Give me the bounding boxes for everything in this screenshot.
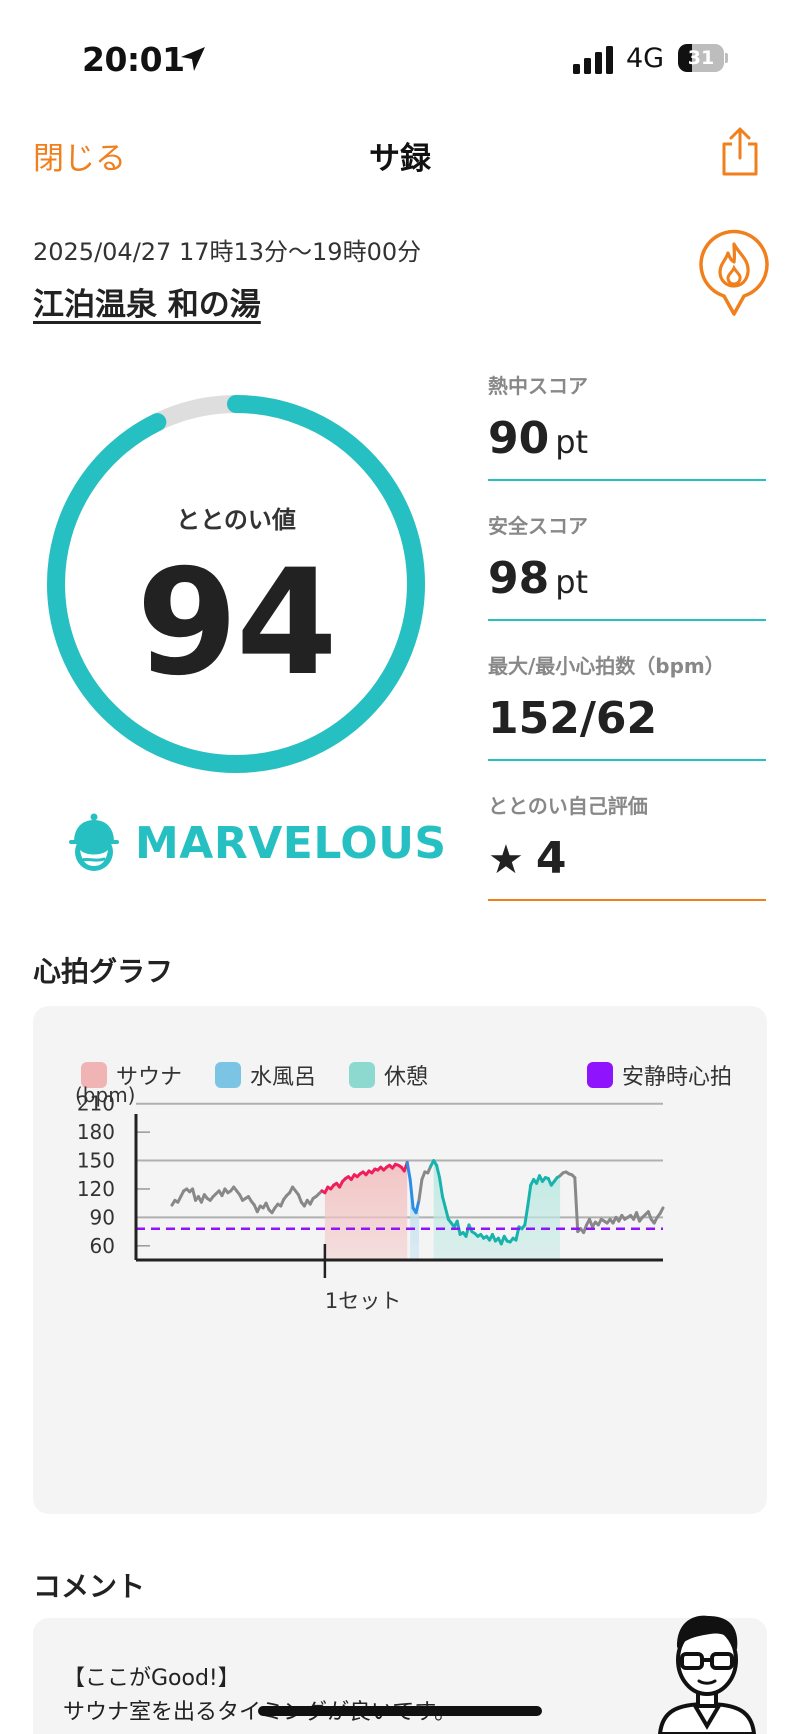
hr-segment: [573, 1176, 580, 1234]
session-datetime: 2025/04/27 17時13分〜19時00分: [33, 238, 422, 266]
hr-segment: [658, 1206, 665, 1216]
stat-value: ★ 4: [488, 833, 567, 884]
home-indicator: [258, 1706, 542, 1716]
cellular-signal-icon: [573, 46, 613, 74]
stat-safety-score: 安全スコア 98 pt: [488, 510, 766, 621]
share-icon[interactable]: [718, 126, 762, 178]
y-tick-label: 90: [90, 1205, 115, 1229]
y-tick-label: 210: [77, 1092, 115, 1116]
y-tick-label: 150: [77, 1149, 115, 1173]
phase-area-s: [324, 1162, 408, 1260]
heart-rate-chart: (bpm)21018015012090601セット: [75, 1083, 665, 1313]
battery-percent: 31: [687, 47, 715, 69]
status-time: 20:01: [82, 40, 185, 79]
stat-divider: [488, 479, 766, 481]
heart-graph-title: 心拍グラフ: [33, 955, 174, 988]
facility-link[interactable]: 江泊温泉 和の湯: [33, 279, 261, 324]
stat-value: 98 pt: [488, 553, 589, 604]
stat-self-rating[interactable]: ととのい自己評価 ★ 4: [488, 790, 766, 901]
hr-segment: [405, 1160, 412, 1181]
comment-title: コメント: [33, 1570, 146, 1603]
stat-divider: [488, 759, 766, 761]
advisor-avatar: [657, 1615, 757, 1734]
phase-area-r: [433, 1160, 561, 1260]
page-title: サ録: [369, 141, 431, 177]
network-type: 4G: [626, 43, 665, 74]
fire-pin-icon[interactable]: [697, 228, 771, 316]
comment-heading: 【ここがGood!】: [63, 1666, 240, 1691]
stat-label: 熱中スコア: [488, 374, 588, 398]
y-tick-label: 120: [77, 1177, 115, 1201]
stat-label: 最大/最小心拍数（bpm）: [488, 654, 725, 678]
totonoi-label: ととのい値: [176, 506, 296, 534]
stat-value: 152/62: [488, 693, 658, 744]
heart-graph-card: サウナ 水風呂 休憩 安静時心拍 (bpm) 210 180 150 120 90 60 1セ…: [33, 1006, 767, 1514]
sauna-hat-icon: [69, 813, 119, 871]
stat-heat-score: 熱中スコア 90 pt: [488, 370, 766, 481]
set-label: 1セット: [325, 1289, 401, 1313]
location-arrow-icon: [181, 47, 205, 71]
stat-heart-rate: 最大/最小心拍数（bpm） 152/62: [488, 650, 766, 761]
y-tick-label: 180: [77, 1120, 115, 1144]
stat-label: ととのい自己評価: [488, 794, 648, 818]
hr-segment: [417, 1178, 424, 1202]
status-bar: 20:01 4G 31: [0, 0, 800, 120]
totonoi-value: 94: [136, 538, 337, 708]
y-tick-label: 60: [90, 1234, 115, 1258]
battery-icon: 31: [678, 44, 728, 72]
stat-divider: [488, 619, 766, 621]
stat-divider: [488, 899, 766, 901]
stat-label: 安全スコア: [488, 514, 588, 538]
star-icon: ★: [488, 837, 524, 883]
rank-label: MARVELOUS: [135, 818, 447, 869]
stat-value: 90 pt: [488, 413, 589, 464]
